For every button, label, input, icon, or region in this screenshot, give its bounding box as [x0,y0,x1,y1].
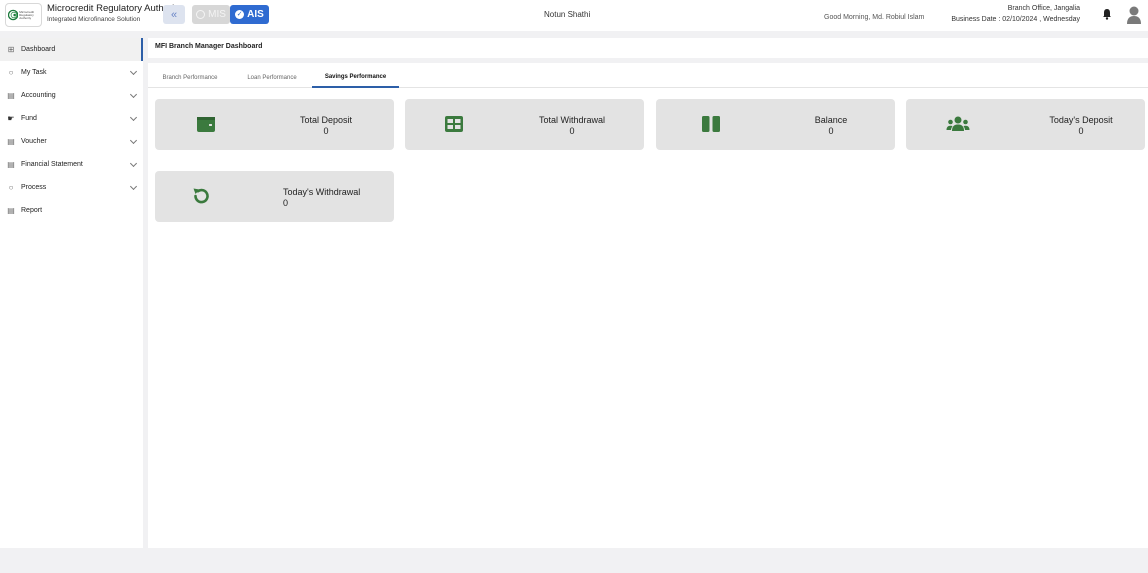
undo-icon [193,188,209,204]
wallet-icon [197,117,215,132]
footer-strip [0,548,1148,573]
stat-value: 0 [569,126,575,136]
mis-button[interactable]: MIS [192,5,230,24]
dashboard-tabs: Branch Performance Loan Performance Savi… [148,67,1148,88]
tab-branch-performance[interactable]: Branch Performance [148,67,232,88]
stat-label: Today's Deposit [1049,115,1113,125]
ais-button[interactable]: ✓ AIS [230,5,269,24]
stat-label: Total Deposit [299,115,353,125]
sidebar-item-label: Dashboard [21,46,56,53]
grid-icon: ⊞ [7,45,15,54]
user-avatar-icon[interactable] [1126,5,1142,25]
ledger-icon: ▤ [7,137,15,146]
stat-card-text: Today's Deposit 0 [1026,115,1136,137]
bell-icon[interactable] [1102,8,1112,20]
sidebar-item-label: My Task [21,69,47,76]
sidebar-item-accounting[interactable]: ▤ Accounting [0,84,143,107]
sidebar-item-process[interactable]: ○ Process [0,176,143,199]
stat-label: Balance [814,115,848,125]
stat-card-text: Balance 0 [776,115,886,137]
stat-value: 0 [283,198,289,208]
tab-loan-performance[interactable]: Loan Performance [234,67,310,88]
money-hand-icon: ☛ [7,114,15,123]
sidebar-item-label: Accounting [21,92,56,99]
table-icon [445,116,463,132]
block-icon [196,10,206,19]
brand-title: Microcredit Regulatory Authority [47,3,182,14]
branch-name: Branch Office, Jangalia [1007,5,1080,12]
brand-subtitle: Integrated Microfinance Solution [47,16,141,23]
sidebar-item-report[interactable]: ▤ Report [0,199,143,222]
chevron-down-icon [129,90,138,99]
sidebar-item-label: Financial Statement [21,161,83,168]
chevron-down-icon [129,182,138,191]
stat-value: 0 [828,126,834,136]
stat-card-balance[interactable]: Balance 0 [656,99,895,150]
stat-card-text: Total Withdrawal 0 [517,115,627,137]
sidebar-item-fund[interactable]: ☛ Fund [0,107,143,130]
sidebar-item-dashboard[interactable]: ⊞ Dashboard [0,38,143,61]
main-content: MFI Branch Manager Dashboard Branch Perf… [148,38,1148,548]
columns-icon [702,116,720,132]
users-icon [946,116,970,131]
chevron-down-icon [129,136,138,145]
ledger-icon: ▤ [7,206,15,215]
sidebar-item-voucher[interactable]: ▤ Voucher [0,130,143,153]
sidebar-collapse-button[interactable]: « [163,5,185,24]
ais-label: AIS [247,9,264,20]
sidebar-item-label: Process [21,184,47,191]
sidebar-item-my-task[interactable]: ○ My Task [0,61,143,84]
mra-logo[interactable]: Microcredit Regulatory Authority [5,3,42,27]
circle-icon: ○ [8,68,14,77]
chevron-down-icon [129,113,138,122]
ledger-icon: ▤ [7,160,15,169]
stat-card-text: Total Deposit 0 [275,115,377,137]
business-date: Business Date : 02/10/2024 , Wednesday [951,16,1080,23]
tab-savings-performance[interactable]: Savings Performance [312,67,399,88]
logo-mini-text: Microcredit Regulatory Authority [19,9,34,20]
ledger-icon: ▤ [7,91,15,100]
divider [148,58,1148,63]
branch-info: Branch Office, Jangalia Business Date : … [946,3,1080,25]
chevron-down-icon [129,67,138,76]
stat-value: 0 [323,126,329,136]
circle-icon: ○ [8,183,14,192]
mra-logo-icon [8,9,19,21]
stat-label: Total Withdrawal [538,115,606,125]
stat-label: Today's Withdrawal [283,187,361,197]
stat-card-total-deposit[interactable]: Total Deposit 0 [155,99,394,150]
chevron-down-icon [129,159,138,168]
top-header: Microcredit Regulatory Authority Microcr… [0,0,1148,31]
sidebar: ⊞ Dashboard ○ My Task ▤ Accounting ☛ Fun… [0,38,143,548]
sidebar-item-label: Voucher [21,138,47,145]
stat-card-total-withdrawal[interactable]: Total Withdrawal 0 [405,99,644,150]
mis-label: MIS [208,9,226,20]
sidebar-item-label: Fund [21,115,37,122]
page-title: MFI Branch Manager Dashboard [155,43,263,50]
double-chevron-left-icon: « [170,8,178,21]
sidebar-item-label: Report [21,207,43,214]
sidebar-item-financial-statement[interactable]: ▤ Financial Statement [0,153,143,176]
stat-card-todays-withdrawal[interactable]: Today's Withdrawal 0 [155,171,394,222]
check-circle-icon: ✓ [235,10,245,19]
stat-card-text: Today's Withdrawal 0 [283,187,393,209]
stat-value: 0 [1078,126,1084,136]
stat-card-todays-deposit[interactable]: Today's Deposit 0 [906,99,1145,150]
organization-name: Notun Shathi [544,10,591,19]
greeting-text: Good Morning, Md. Robiul Islam [824,14,925,21]
brand: Microcredit Regulatory Authority Integra… [47,3,182,23]
